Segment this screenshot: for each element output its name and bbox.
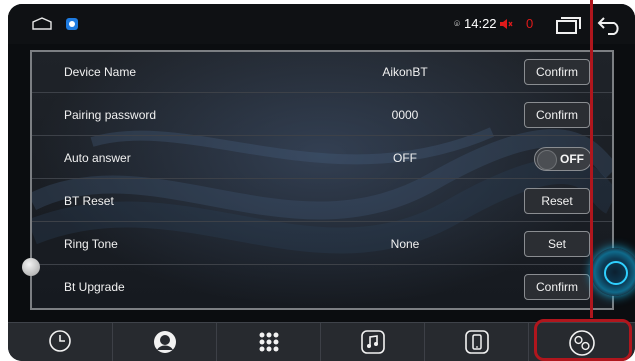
music-icon [361, 330, 385, 354]
volume-mute-icon[interactable] [499, 17, 513, 31]
row-bt-reset: BT Reset Reset [32, 181, 612, 222]
row-ring-tone: Ring Tone None Set [32, 224, 612, 265]
side-scroll-handle[interactable] [22, 258, 40, 276]
row-auto-answer: Auto answer OFF OFF [32, 138, 612, 179]
pairing-password-value: 0000 [391, 108, 419, 122]
toggle-knob [537, 150, 557, 170]
bt-upgrade-confirm-button[interactable]: Confirm [524, 274, 590, 300]
ring-tone-set-button[interactable]: Set [524, 231, 590, 257]
auto-answer-label: Auto answer [64, 151, 131, 165]
dialpad-icon [259, 332, 279, 352]
dock-call-log[interactable] [8, 323, 113, 361]
home-icon[interactable] [32, 17, 52, 30]
toggle-state: OFF [560, 152, 584, 166]
device-name-value: AikonBT [382, 65, 428, 79]
status-bar: ⌾ 14:22 0 [8, 4, 635, 44]
row-device-name: Device Name AikonBT Confirm [32, 52, 612, 93]
bt-reset-button[interactable]: Reset [524, 188, 590, 214]
dock-phone-device[interactable] [424, 323, 529, 361]
ring-tone-value: None [390, 237, 420, 251]
status-time: 14:22 [464, 16, 497, 31]
contacts-icon [154, 331, 176, 353]
dock-contacts[interactable] [112, 323, 217, 361]
bt-upgrade-label: Bt Upgrade [64, 280, 125, 294]
bt-reset-label: BT Reset [64, 194, 114, 208]
pairing-password-label: Pairing password [64, 108, 157, 122]
annotation-line [590, 0, 593, 318]
phone-device-icon [465, 330, 489, 354]
device-name-confirm-button[interactable]: Confirm [524, 59, 590, 85]
location-icon: ⌾ [454, 19, 460, 30]
dock-dialpad[interactable] [216, 323, 321, 361]
row-pairing-password: Pairing password 0000 Confirm [32, 95, 612, 136]
call-log-icon [49, 330, 71, 352]
app-badge-icon[interactable] [66, 18, 78, 30]
back-icon[interactable] [597, 15, 623, 35]
dock-music[interactable] [320, 323, 425, 361]
auto-answer-toggle[interactable]: OFF [534, 147, 592, 171]
head-unit-screen: ⌾ 14:22 0 Device Name AikonBT Confirm Pa… [8, 4, 635, 361]
volume-level: 0 [526, 16, 534, 31]
bluetooth-settings-panel: Device Name AikonBT Confirm Pairing pass… [30, 50, 614, 310]
annotation-highlight-box [534, 319, 632, 361]
pairing-password-confirm-button[interactable]: Confirm [524, 102, 590, 128]
recent-apps-icon[interactable] [555, 16, 581, 34]
ring-tone-label: Ring Tone [64, 237, 118, 251]
floating-assistant-icon[interactable] [591, 248, 635, 296]
auto-answer-value: OFF [393, 151, 417, 165]
row-bt-upgrade: Bt Upgrade Confirm [32, 267, 612, 307]
device-name-label: Device Name [64, 65, 137, 79]
